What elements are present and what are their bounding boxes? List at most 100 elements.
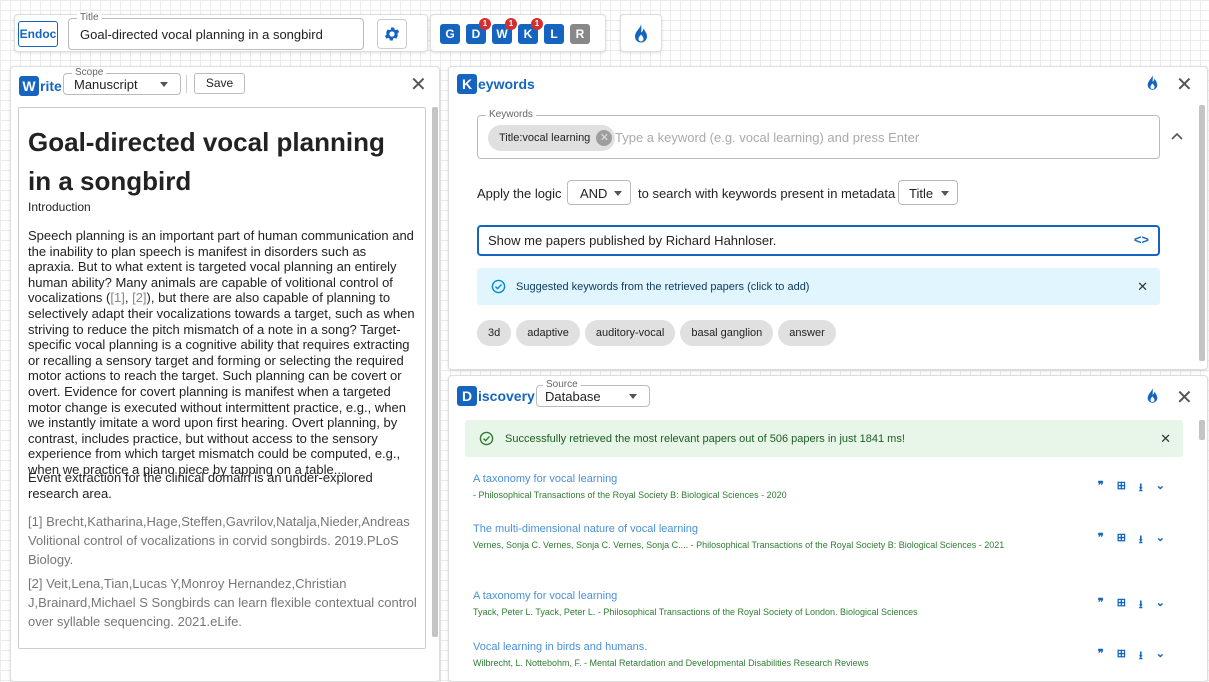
- metadata-select[interactable]: Title: [898, 180, 958, 205]
- suggested-keyword-chip[interactable]: adaptive: [516, 320, 580, 346]
- close-icon[interactable]: ✕: [1137, 279, 1148, 295]
- keywords-panel-title: Keywords: [457, 74, 535, 94]
- brand-card: Endoc Title Goal-directed vocal planning…: [14, 13, 428, 52]
- check-circle-icon: [491, 279, 506, 294]
- result-title-link[interactable]: Vocal learning in birds and humans.: [473, 641, 1183, 653]
- close-icon[interactable]: ✕: [1176, 385, 1193, 410]
- notification-badge: 1: [505, 18, 517, 30]
- fire-icon[interactable]: [1146, 75, 1159, 91]
- result-meta: Tyack, Peter L. Tyack, Peter L. - Philos…: [473, 607, 918, 617]
- download-icon[interactable]: ⭳: [1139, 596, 1143, 615]
- keywords-logo-icon: K: [457, 74, 477, 94]
- citation-link[interactable]: [1]: [110, 290, 124, 305]
- reference-1: [1] Brecht,Katharina,Hage,Steffen,Gavril…: [28, 514, 410, 567]
- tool-write-letter: W: [496, 27, 508, 41]
- result-meta: - Philosophical Transactions of the Roya…: [473, 490, 787, 500]
- tool-google-button[interactable]: G: [440, 24, 460, 44]
- intro-text-end: ), but there are also capable of plannin…: [28, 290, 415, 477]
- keywords-panel: Keywords ✕ Keywords Title:vocal learning…: [448, 66, 1208, 370]
- scope-select[interactable]: Scope Manuscript: [63, 68, 181, 95]
- title-field-label: Title: [77, 13, 102, 23]
- add-box-icon[interactable]: ⊞: [1117, 531, 1126, 550]
- suggested-keyword-chip[interactable]: answer: [778, 320, 836, 346]
- tool-reader-button[interactable]: R: [570, 24, 590, 44]
- close-icon[interactable]: ✕: [1160, 431, 1171, 447]
- suggested-keyword-chip[interactable]: auditory-vocal: [584, 320, 676, 346]
- save-button[interactable]: Save: [194, 73, 245, 94]
- document-title: Goal-directed vocal planning in a songbi…: [28, 127, 385, 196]
- chevron-down-icon[interactable]: ⌄: [1156, 479, 1165, 498]
- chevron-down-icon[interactable]: ⌄: [1156, 647, 1165, 666]
- suggested-keyword-chip[interactable]: 3d: [477, 320, 512, 346]
- cancel-circle-icon[interactable]: ✕: [596, 130, 613, 146]
- logic-select-value: AND: [580, 186, 608, 201]
- keywords-scrollbar[interactable]: [1199, 105, 1205, 361]
- write-panel-title: Write: [19, 76, 62, 96]
- title-input[interactable]: Goal-directed vocal planning in a songbi…: [80, 27, 323, 42]
- code-icon[interactable]: <>: [1134, 232, 1149, 247]
- chevron-up-icon[interactable]: [1171, 132, 1183, 140]
- success-alert-text: Successfully retrieved the most relevant…: [505, 432, 905, 445]
- chevron-down-icon: [941, 191, 949, 196]
- logic-prefix-text: Apply the logic: [477, 186, 562, 201]
- result-title-link[interactable]: A taxonomy for vocal learning: [473, 473, 1183, 485]
- citation-separator: ,: [124, 290, 133, 306]
- result-actions: ❞ ⊞ ⭳ ⌄: [1098, 596, 1165, 615]
- tool-library-button[interactable]: L: [544, 24, 564, 44]
- brand-logo[interactable]: Endoc: [18, 21, 58, 47]
- tool-discovery-button[interactable]: D1: [466, 18, 491, 44]
- suggestion-alert: Suggested keywords from the retrieved pa…: [477, 268, 1160, 305]
- download-icon[interactable]: ⭳: [1139, 647, 1143, 666]
- result-item: The multi-dimensional nature of vocal le…: [473, 523, 1183, 573]
- citation-link[interactable]: [2]: [132, 290, 146, 305]
- title-field[interactable]: Title Goal-directed vocal planning in a …: [68, 13, 364, 50]
- query-input[interactable]: Show me papers published by Richard Hahn…: [477, 225, 1160, 256]
- chevron-down-icon[interactable]: ⌄: [1156, 531, 1165, 550]
- discovery-panel: Discovery Source Database ✕ Successfully…: [448, 375, 1208, 682]
- success-alert: Successfully retrieved the most relevant…: [465, 420, 1183, 457]
- quote-icon[interactable]: ❞: [1098, 647, 1104, 666]
- write-scrollbar[interactable]: [432, 107, 438, 637]
- download-icon[interactable]: ⭳: [1139, 531, 1143, 550]
- quote-icon[interactable]: ❞: [1098, 479, 1104, 498]
- tool-write-button[interactable]: W1: [492, 18, 517, 44]
- section-heading: Introduction: [28, 200, 91, 214]
- add-box-icon[interactable]: ⊞: [1117, 596, 1126, 615]
- document-page[interactable]: Goal-directed vocal planning in a songbi…: [18, 107, 426, 649]
- scope-select-value: Manuscript: [74, 77, 138, 92]
- result-title-link[interactable]: A taxonomy for vocal learning: [473, 590, 1183, 602]
- discovery-title-text: iscovery: [478, 388, 535, 404]
- quote-icon[interactable]: ❞: [1098, 596, 1104, 615]
- keyword-chip[interactable]: Title:vocal learning ✕: [488, 125, 616, 151]
- keywords-field[interactable]: Keywords Title:vocal learning ✕ Type a k…: [477, 110, 1160, 159]
- discovery-scrollbar[interactable]: [1199, 420, 1205, 440]
- result-item: Vocal learning in birds and humans. Wilb…: [473, 641, 1183, 675]
- tool-buttons: G D1 W1 K1 L R: [440, 18, 596, 44]
- add-box-icon[interactable]: ⊞: [1117, 479, 1126, 498]
- keywords-title-text: eywords: [478, 76, 535, 92]
- settings-button[interactable]: [377, 19, 407, 49]
- download-icon[interactable]: ⭳: [1139, 479, 1143, 498]
- keywords-input[interactable]: Type a keyword (e.g. vocal learning) and…: [615, 130, 919, 145]
- fire-icon[interactable]: [1146, 388, 1159, 404]
- tool-keywords-button[interactable]: K1: [518, 18, 543, 44]
- query-input-text: Show me papers published by Richard Hahn…: [488, 233, 777, 248]
- result-title-link[interactable]: The multi-dimensional nature of vocal le…: [473, 523, 1183, 535]
- fire-icon[interactable]: [633, 24, 649, 44]
- result-meta: Vernes, Sonja C. Vernes, Sonja C. Vernes…: [473, 540, 1005, 550]
- result-actions: ❞ ⊞ ⭳ ⌄: [1098, 647, 1165, 666]
- intro-paragraph: Speech planning is an important part of …: [28, 228, 416, 478]
- quote-icon[interactable]: ❞: [1098, 531, 1104, 550]
- chevron-down-icon[interactable]: ⌄: [1156, 596, 1165, 615]
- close-icon[interactable]: ✕: [1176, 72, 1193, 97]
- chevron-down-icon: [160, 82, 168, 87]
- add-box-icon[interactable]: ⊞: [1117, 647, 1126, 666]
- source-select[interactable]: Source Database: [536, 380, 650, 407]
- discovery-logo-icon: D: [457, 386, 477, 406]
- fire-card: [620, 14, 662, 52]
- suggested-keyword-chip[interactable]: basal ganglion: [680, 320, 774, 346]
- logic-select[interactable]: AND: [567, 180, 631, 205]
- close-icon[interactable]: ✕: [410, 72, 427, 97]
- result-item: A taxonomy for vocal learning - Philosop…: [473, 473, 1183, 507]
- tools-card: G D1 W1 K1 L R: [430, 14, 606, 52]
